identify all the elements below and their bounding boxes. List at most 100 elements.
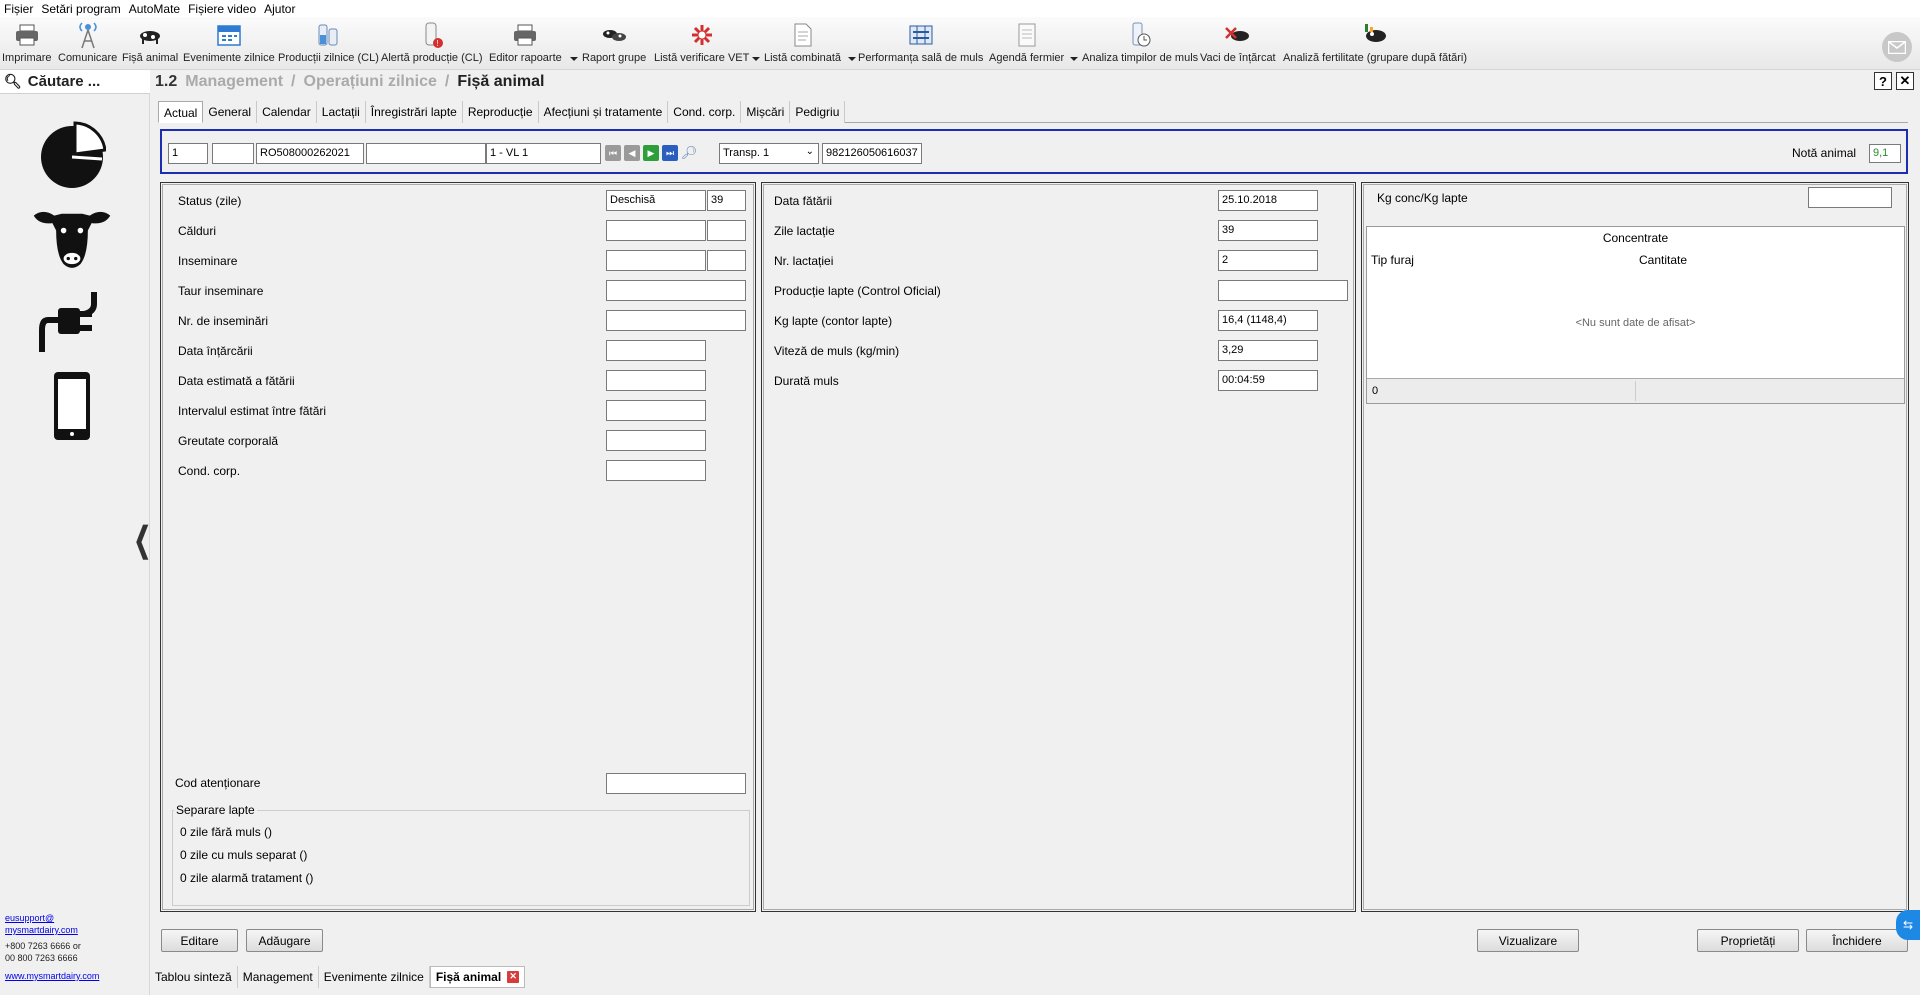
toolbar-fertility-analysis-button[interactable]: Analiză fertilitate (grupare după fătări… xyxy=(1283,21,1467,64)
toolbar-daily-production-button[interactable]: Producții zilnice (CL) xyxy=(278,21,379,64)
toolbar-animal-card-button[interactable]: Fișă animal xyxy=(122,21,178,64)
milk-meter-kg-field[interactable]: 16,4 (1148,4) xyxy=(1218,310,1318,331)
concentrate-grid[interactable]: Concentrate Tip furaj Cantitate <Nu sunt… xyxy=(1366,226,1905,404)
insemination-days-field[interactable] xyxy=(707,250,746,271)
doc-tab-daily-events[interactable]: Evenimente zilnice xyxy=(319,965,430,988)
toolbar-milking-time-analysis-button[interactable]: Analiza timpilor de muls xyxy=(1082,21,1198,64)
toolbar-combined-list-button[interactable]: Listă combinată xyxy=(764,21,841,64)
toolbar-daily-events-button[interactable]: Evenimente zilnice xyxy=(183,21,275,64)
toolbar-production-alert-button[interactable]: ! Alertă producție (CL) xyxy=(381,21,483,64)
first-record-icon[interactable]: ⏮ xyxy=(605,145,621,161)
cow-management-icon[interactable] xyxy=(30,198,114,278)
insemination-date-field[interactable] xyxy=(606,250,706,271)
power-plug-icon[interactable] xyxy=(30,282,114,362)
lactation-number-field[interactable]: 2 xyxy=(1218,250,1318,271)
animal-grade-input[interactable]: 9,1 xyxy=(1869,144,1901,163)
animal-number-input[interactable]: 1 xyxy=(168,143,208,164)
toolbar-communication-button[interactable]: Comunicare xyxy=(58,21,117,64)
toolbar-report-editor-button[interactable]: Editor rapoarte xyxy=(489,21,562,64)
next-record-icon[interactable]: ▶ xyxy=(643,145,659,161)
menu-settings[interactable]: Setări program xyxy=(41,2,120,16)
report-editor-dropdown-icon[interactable] xyxy=(570,57,578,61)
quantity-column-header[interactable]: Cantitate xyxy=(1639,253,1687,267)
animal-field-4-input[interactable] xyxy=(366,143,486,164)
status-label: Status (zile) xyxy=(178,194,242,208)
tab-current[interactable]: Actual xyxy=(158,101,204,123)
body-weight-field[interactable] xyxy=(606,430,706,451)
breadcrumb-daily-operations[interactable]: Operațiuni zilnice xyxy=(304,73,437,91)
doc-tab-dashboard[interactable]: Tablou sinteză xyxy=(150,965,238,988)
support-email-link[interactable]: eusupport@ xyxy=(5,913,54,923)
add-button[interactable]: Adăugare xyxy=(246,929,323,952)
doc-tab-management[interactable]: Management xyxy=(238,965,319,988)
mail-icon[interactable] xyxy=(1882,32,1912,62)
tab-general[interactable]: General xyxy=(203,101,258,123)
tab-milk-records[interactable]: Înregistrări lapte xyxy=(365,101,463,123)
expected-interval-field[interactable] xyxy=(606,400,706,421)
expected-calving-field[interactable] xyxy=(606,370,706,391)
menu-file[interactable]: Fișier xyxy=(4,2,33,16)
toolbar-dry-off-cows-button[interactable]: Vaci de înțărcat xyxy=(1200,21,1276,64)
toolbar-print-button[interactable]: Imprimare xyxy=(2,21,52,64)
transponder-select[interactable]: Transp. 1 ⌄ xyxy=(719,143,819,164)
no-milking-days: 0 zile fără muls () xyxy=(180,825,273,839)
toolbar-parlour-performance-button[interactable]: Performanța sală de muls xyxy=(858,21,983,64)
breadcrumb-management[interactable]: Management xyxy=(185,73,283,91)
close-button[interactable]: Închidere xyxy=(1806,929,1908,952)
tab-movements[interactable]: Mișcări xyxy=(741,101,791,123)
website-link[interactable]: www.mysmartdairy.com xyxy=(5,971,99,981)
body-condition-field[interactable] xyxy=(606,460,706,481)
tab-lactations[interactable]: Lactații xyxy=(316,101,366,123)
insemination-bull-field[interactable] xyxy=(606,280,746,301)
milking-speed-field[interactable]: 3,29 xyxy=(1218,340,1318,361)
tab-body-condition[interactable]: Cond. corp. xyxy=(668,101,742,123)
dashboard-pie-chart-icon[interactable] xyxy=(30,115,114,195)
support-email-link-domain[interactable]: mysmartdairy.com xyxy=(5,925,78,935)
menu-video-files[interactable]: Fișiere video xyxy=(188,2,256,16)
status-value-field[interactable]: Deschisă xyxy=(606,190,706,211)
tab-diseases-treatments[interactable]: Afecțiuni și tratamente xyxy=(538,101,669,123)
dry-off-date-field[interactable] xyxy=(606,340,706,361)
vet-checklist-dropdown-icon[interactable] xyxy=(752,57,760,61)
search-box[interactable]: 🔍︎ Căutare ... xyxy=(0,70,150,94)
attention-code-field[interactable] xyxy=(606,773,746,794)
tab-reproduction[interactable]: Reproducție xyxy=(462,101,539,123)
doc-tab-animal-card[interactable]: Fișă animal ✕ xyxy=(429,965,526,988)
toolbar-farmer-agenda-button[interactable]: Agendă fermier xyxy=(989,21,1064,64)
milking-duration-field[interactable]: 00:04:59 xyxy=(1218,370,1318,391)
close-page-button[interactable]: ✕ xyxy=(1896,72,1914,90)
transponder-number-input[interactable]: 982126050616037 xyxy=(822,143,922,164)
close-tab-icon[interactable]: ✕ xyxy=(507,970,520,983)
insemination-count-field[interactable] xyxy=(606,310,746,331)
menu-help[interactable]: Ajutor xyxy=(264,2,295,16)
status-days-field[interactable]: 39 xyxy=(707,190,746,211)
heat-date-field[interactable] xyxy=(606,220,706,241)
help-button[interactable]: ? xyxy=(1874,72,1892,90)
kg-concentrate-per-kg-milk-field[interactable] xyxy=(1808,187,1892,208)
toolbar-group-report-button[interactable]: Raport grupe xyxy=(582,21,646,64)
tab-pedigree[interactable]: Pedigriu xyxy=(790,101,846,123)
properties-button[interactable]: Proprietăți xyxy=(1697,929,1799,952)
calving-date-field[interactable]: 25.10.2018 xyxy=(1218,190,1318,211)
view-button[interactable]: Vizualizare xyxy=(1477,929,1579,952)
farmer-agenda-dropdown-icon[interactable] xyxy=(1070,57,1078,61)
edit-button[interactable]: Editare xyxy=(161,929,238,952)
mobile-phone-icon[interactable] xyxy=(30,366,114,446)
animal-field-2-input[interactable] xyxy=(212,143,254,164)
last-record-icon[interactable]: ⏭ xyxy=(662,145,678,161)
feed-type-column-header[interactable]: Tip furaj xyxy=(1371,253,1414,267)
milk-bottles-icon xyxy=(314,21,342,49)
official-milk-production-field[interactable] xyxy=(1218,280,1348,301)
previous-record-icon[interactable]: ◀ xyxy=(624,145,640,161)
menu-automate[interactable]: AutoMate xyxy=(129,2,180,16)
heat-days-field[interactable] xyxy=(707,220,746,241)
animal-id-input[interactable]: RO508000262021 xyxy=(256,143,364,164)
animal-group-input[interactable]: 1 - VL 1 xyxy=(486,143,601,164)
toolbar-vet-checklist-button[interactable]: Listă verificare VET xyxy=(654,21,749,64)
collapse-sidebar-icon[interactable]: ❮ xyxy=(134,520,151,560)
lactation-days-field[interactable]: 39 xyxy=(1218,220,1318,241)
combined-list-dropdown-icon[interactable] xyxy=(848,57,856,61)
search-animal-icon[interactable]: 🔎︎ xyxy=(681,145,698,161)
tab-calendar[interactable]: Calendar xyxy=(257,101,317,123)
remote-support-icon[interactable]: ⇆ xyxy=(1896,910,1920,940)
